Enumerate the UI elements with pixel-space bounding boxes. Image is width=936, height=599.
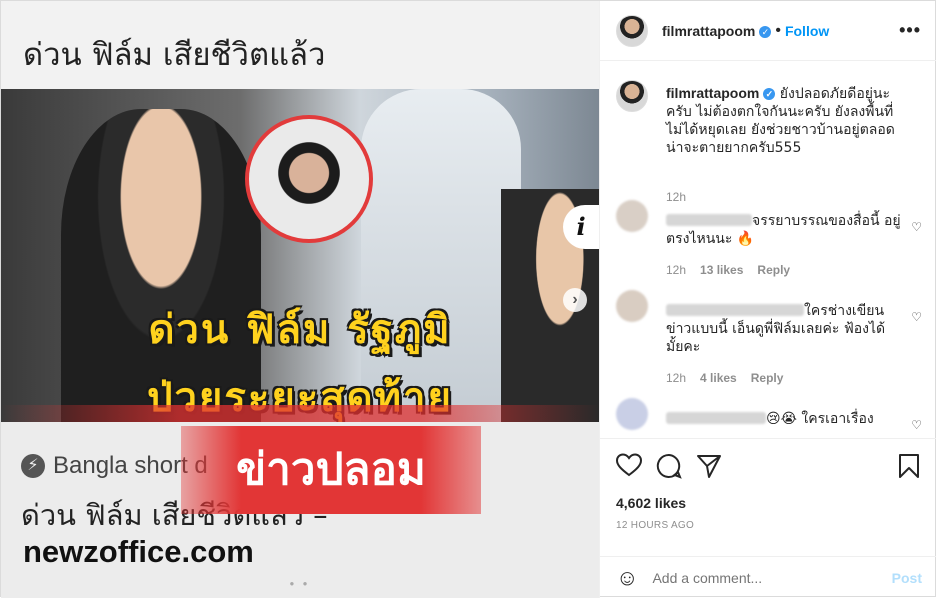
media-top-title: ด่วน ฟิล์ม เสียชีวิตแล้ว [23, 37, 326, 73]
blurred-username [666, 304, 804, 316]
header-username[interactable]: filmrattapoom ✓ [662, 23, 772, 39]
verified-badge-icon: ✓ [763, 88, 776, 100]
comment-body: จรรยาบรรณของสื่อนี้ อยู่ตรงไหนนะ 🔥 [666, 212, 902, 248]
separator-dot: • [775, 21, 781, 39]
verified-badge-icon: ✓ [759, 25, 772, 38]
follow-button[interactable]: Follow [785, 23, 829, 39]
post-timestamp[interactable]: 12 HOURS AGO [616, 520, 694, 531]
post-side-panel: filmrattapoom ✓ • Follow ••• filmrattapoo… [599, 1, 936, 598]
post-button[interactable]: Post [892, 570, 922, 586]
action-icons [616, 453, 922, 479]
heart-icon[interactable]: ♡ [911, 310, 922, 324]
save-bookmark-icon[interactable] [898, 453, 920, 479]
comment-text: 😢😭 ใครเอาเรื่อง [766, 411, 874, 427]
comment-likes[interactable]: 4 likes [700, 371, 737, 385]
caption-body: filmrattapoom ✓ ยังปลอดภัยดีอยู่นะครับ ไม… [666, 84, 902, 157]
comment-meta: 12h 13 likes Reply [666, 263, 790, 277]
caption-avatar[interactable] [616, 80, 648, 112]
caption-username[interactable]: filmrattapoom ✓ [666, 85, 776, 101]
add-comment-bar: ☺ Post [600, 556, 936, 599]
red-bar-decoration [1, 405, 599, 423]
fake-news-label: ข่าวปลอม [181, 426, 481, 514]
link-source: ⚡ Bangla short d [21, 452, 208, 480]
comment-avatar[interactable] [616, 200, 648, 232]
comment-time[interactable]: 12h [666, 263, 686, 277]
emoji-icon[interactable]: ☺ [616, 565, 638, 591]
carousel-dots: ● ● [289, 579, 311, 588]
bolt-icon: ⚡ [21, 454, 45, 478]
post-media[interactable]: ด่วน ฟิล์ม เสียชีวิตแล้ว i ด่วน ฟิล์ม รั… [1, 1, 599, 598]
comment-body: ใครช่างเขียนข่าวแบบนี้ เอ็นดูพี่ฟิล์มเลย… [666, 302, 902, 356]
post-header: filmrattapoom ✓ • Follow ••• [600, 1, 936, 61]
comment-input[interactable] [652, 570, 873, 586]
comment-time[interactable]: 12h [666, 371, 686, 385]
post-window: ด่วน ฟิล์ม เสียชีวิตแล้ว i ด่วน ฟิล์ม รั… [0, 0, 936, 598]
hospital-inset-photo [245, 115, 373, 243]
avatar[interactable] [616, 14, 648, 47]
comment-body: 😢😭 ใครเอาเรื่อง [666, 410, 902, 428]
blurred-username [666, 214, 752, 226]
share-icon[interactable] [696, 453, 722, 479]
heart-icon[interactable]: ♡ [911, 418, 922, 432]
comment-likes[interactable]: 13 likes [700, 263, 743, 277]
link-domain: newzoffice.com [23, 534, 254, 569]
more-options-icon[interactable]: ••• [899, 20, 921, 41]
caption-time[interactable]: 12h [666, 190, 686, 204]
like-heart-icon[interactable] [616, 453, 642, 477]
reply-button[interactable]: Reply [751, 371, 784, 385]
headline-line-1: ด่วน ฟิล์ม รัฐภูมิ [148, 307, 452, 353]
comment-avatar[interactable] [616, 290, 648, 322]
post-actions: 4,602 likes 12 HOURS AGO ☺ Post [600, 438, 936, 598]
next-slide-button[interactable]: › [563, 288, 587, 312]
blurred-username [666, 412, 766, 424]
comment-icon[interactable] [656, 453, 682, 479]
comment-avatar[interactable] [616, 398, 648, 430]
caption-meta: 12h [666, 190, 686, 204]
comments-list[interactable]: filmrattapoom ✓ ยังปลอดภัยดีอยู่นะครับ ไม… [600, 62, 936, 438]
comment-meta: 12h 4 likes Reply [666, 371, 783, 385]
reply-button[interactable]: Reply [757, 263, 790, 277]
heart-icon[interactable]: ♡ [911, 220, 922, 234]
info-icon[interactable]: i [563, 205, 599, 249]
likes-count[interactable]: 4,602 likes [616, 495, 686, 511]
